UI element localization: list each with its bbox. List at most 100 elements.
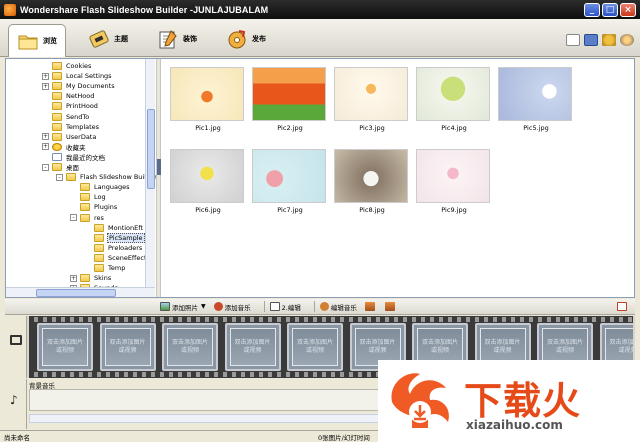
photo-thumbnail[interactable]: Pic4.jpg	[416, 67, 492, 139]
home-button-2[interactable]	[384, 302, 397, 311]
tree-item[interactable]: SceneEffects	[84, 253, 151, 263]
app-logo-icon	[4, 3, 16, 16]
tree-item[interactable]: Temp	[84, 263, 126, 273]
tab-browse[interactable]: 浏览	[8, 24, 66, 57]
quick-tools	[566, 34, 634, 46]
folder-icon	[52, 102, 62, 111]
storyboard-slot[interactable]: 双击添加图片或视频	[162, 323, 218, 371]
expand-toggle-icon[interactable]: +	[42, 133, 49, 141]
photo-filename: Pic5.jpg	[523, 124, 549, 132]
tree-item[interactable]: + My Documents	[42, 81, 116, 91]
collapse-toggle-icon[interactable]: -	[70, 214, 77, 221]
storyboard-slot[interactable]: 双击添加图片或视频	[37, 323, 93, 371]
photo-filename: Pic4.jpg	[441, 124, 467, 132]
edit-button[interactable]: 2.编辑	[269, 302, 301, 312]
tree-item[interactable]: Plugins	[70, 202, 118, 212]
tree-item-label: 桌面	[66, 164, 79, 172]
collapse-toggle-icon[interactable]: -	[42, 163, 49, 171]
tree-item[interactable]: + Skins	[70, 273, 112, 283]
save-icon[interactable]	[584, 34, 598, 46]
add-photo-label: 添加照片	[172, 303, 198, 312]
timeline-toolbar: 添加照片 ▼ 添加音乐 2.编辑 编辑音乐	[5, 299, 635, 315]
tab-publish[interactable]: 发布	[226, 24, 266, 54]
tree-item[interactable]: - 桌面	[42, 162, 80, 172]
tree-item[interactable]: SendTo	[42, 112, 90, 122]
tree-item[interactable]: PrintHood	[42, 101, 99, 111]
folder-icon	[52, 82, 62, 91]
slot-placeholder-text: 双击添加图片或视频	[359, 339, 396, 354]
photo-thumbnail[interactable]: Pic2.jpg	[252, 67, 328, 139]
slot-placeholder: 双击添加图片或视频	[229, 328, 276, 366]
photo-thumbnail[interactable]: Pic6.jpg	[170, 149, 246, 221]
watermark-text: 下载火	[464, 379, 582, 423]
photo-thumbnail[interactable]: Pic9.jpg	[416, 149, 492, 221]
dropdown-arrow-icon[interactable]: ▼	[201, 303, 206, 310]
tab-theme[interactable]: 主题	[88, 24, 128, 54]
export-button[interactable]	[617, 302, 629, 311]
tree-item-label: Cookies	[66, 62, 92, 70]
folder-icon	[94, 264, 104, 272]
minimize-button[interactable]: _	[584, 2, 600, 17]
storyboard-slot[interactable]: 双击添加图片或视频	[99, 323, 156, 371]
photo-thumbnail[interactable]: Pic3.jpg	[334, 67, 410, 139]
photo-image	[170, 149, 244, 203]
expand-toggle-icon[interactable]: +	[42, 82, 49, 90]
tab-decorate[interactable]: 装饰	[157, 24, 197, 54]
tree-item[interactable]: + 收藏夹	[42, 142, 87, 152]
expand-toggle-icon[interactable]: +	[70, 274, 77, 282]
tree-item[interactable]: + Local Settings	[42, 71, 113, 81]
tree-horizontal-scrollbar[interactable]	[6, 287, 155, 297]
title-bar: Wondershare Flash Slideshow Builder -JUN…	[0, 0, 640, 19]
tree-item[interactable]: - Flash Slideshow Builder	[56, 172, 156, 182]
storyboard-slot[interactable]: 双击添加图片或视频	[224, 323, 281, 371]
music-note-icon: ♪	[10, 393, 18, 407]
tree-item[interactable]: PicSample	[84, 232, 145, 243]
tree-item[interactable]: NetHood	[42, 91, 95, 101]
maximize-button[interactable]: □	[602, 2, 618, 17]
documents-icon	[52, 152, 62, 161]
splitter-grip[interactable]	[157, 159, 161, 175]
help-icon[interactable]	[620, 34, 634, 46]
main-tab-bar: 浏览 主题 装饰 发布	[0, 19, 640, 57]
tree-item-label: PicSample	[107, 232, 145, 243]
photo-image	[170, 67, 244, 121]
tree-item[interactable]: Preloaders	[84, 243, 143, 253]
folder-tree: Cookies + Local Settings + My Documents NetHo…	[6, 59, 156, 297]
add-photo-button[interactable]: 添加照片 ▼	[160, 302, 206, 312]
edit-music-button[interactable]: 编辑音乐	[319, 302, 357, 312]
film-icon	[10, 335, 22, 345]
scrollbar-thumb[interactable]	[147, 109, 155, 189]
tree-item[interactable]: - res	[70, 213, 105, 223]
expand-toggle-icon[interactable]: +	[42, 72, 49, 80]
photo-thumbnail[interactable]: Pic8.jpg	[334, 149, 410, 221]
add-music-button[interactable]: 添加音乐	[213, 302, 251, 312]
photo-thumbnail[interactable]: Pic1.jpg	[170, 67, 246, 139]
folder-icon	[80, 274, 90, 283]
add-music-label: 添加音乐	[224, 303, 251, 312]
close-button[interactable]: ×	[620, 2, 636, 17]
expand-toggle-icon[interactable]: +	[42, 143, 49, 151]
house-icon	[364, 302, 375, 311]
tree-item[interactable]: 我最近的文档	[42, 152, 106, 162]
folder-icon	[94, 253, 104, 262]
tab-label: 发布	[252, 35, 266, 43]
storyboard-slot[interactable]: 双击添加图片或视频	[287, 323, 343, 371]
panel-splitter[interactable]	[156, 59, 161, 297]
photo-count-status: 0张图片/幻灯时间	[318, 434, 370, 442]
scrollbar-thumb[interactable]	[36, 289, 116, 297]
collapse-toggle-icon[interactable]: -	[56, 173, 63, 181]
tree-item[interactable]: + UserData	[42, 132, 97, 142]
settings-icon[interactable]	[602, 34, 616, 46]
tree-item-label: res	[94, 213, 104, 222]
tree-item[interactable]: Cookies	[42, 61, 92, 71]
slot-placeholder-text: 双击添加图片或视频	[484, 339, 521, 354]
tree-item[interactable]: Languages	[70, 182, 130, 192]
tree-item[interactable]: Templates	[42, 122, 100, 132]
photo-thumbnail[interactable]: Pic5.jpg	[498, 67, 574, 139]
tree-vertical-scrollbar[interactable]	[145, 59, 155, 287]
tree-item[interactable]: Log	[70, 192, 107, 202]
photo-thumbnail[interactable]: Pic7.jpg	[252, 149, 328, 221]
tree-item[interactable]: MontionEft	[84, 223, 144, 233]
home-button-1[interactable]	[364, 302, 377, 311]
new-icon[interactable]	[566, 34, 580, 46]
